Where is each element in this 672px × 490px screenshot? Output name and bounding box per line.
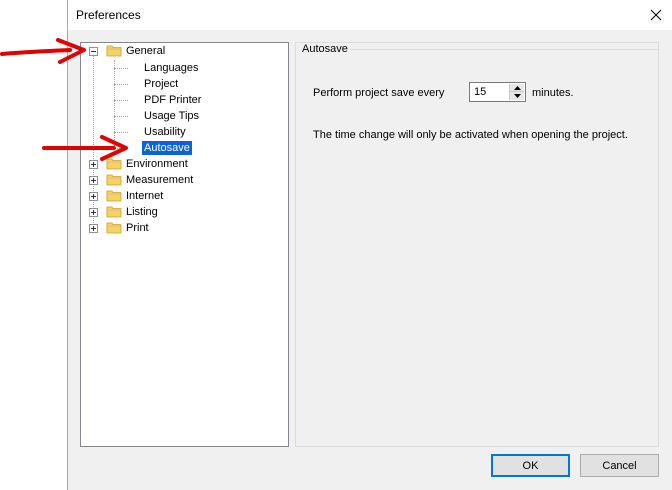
save-interval-value[interactable]: 15	[474, 86, 486, 98]
info-text: The time change will only be activated w…	[313, 129, 628, 141]
close-button[interactable]	[642, 2, 670, 28]
expand-icon[interactable]	[89, 208, 98, 217]
tree-item-label: Autosave	[141, 140, 193, 156]
tree-item-autosave[interactable]: Autosave	[141, 140, 193, 156]
spin-down-button[interactable]	[510, 92, 524, 100]
tree-item-label: Print	[126, 222, 149, 234]
save-interval-label: Perform project save every	[313, 87, 445, 99]
close-icon	[650, 9, 662, 21]
spin-up-button[interactable]	[510, 84, 524, 92]
red-arrow-annotation	[42, 135, 128, 161]
tree-item-label: Listing	[126, 206, 158, 218]
tree-item-label: Languages	[144, 62, 199, 74]
tree-item-pdf-printer[interactable]: PDF Printer	[144, 92, 201, 108]
tree-item-label: Project	[144, 78, 179, 90]
folder-icon	[106, 190, 122, 202]
tree-item-label: Measurement	[126, 174, 194, 186]
ok-button-label: OK	[522, 459, 539, 472]
title-bar: Preferences	[68, 0, 672, 30]
tree-item-print[interactable]: Print	[81, 220, 201, 236]
cancel-button-label: Cancel	[602, 459, 637, 472]
tree-item-label: Usability	[144, 126, 186, 138]
window-title: Preferences	[76, 8, 141, 22]
ok-button[interactable]: OK	[491, 454, 570, 477]
preferences-tree[interactable]: General Languages Project PDF Printer Us…	[80, 42, 289, 447]
tree-connector	[114, 84, 128, 85]
tree-item-internet[interactable]: Internet	[81, 188, 201, 204]
autosave-group	[295, 42, 659, 447]
tree-item-label: PDF Printer	[144, 94, 202, 106]
expand-icon[interactable]	[89, 224, 98, 233]
tree-item-measurement[interactable]: Measurement	[81, 172, 201, 188]
spin-up-icon	[513, 85, 521, 90]
tree-connector	[114, 100, 128, 101]
tree-item-project[interactable]: Project	[144, 76, 178, 92]
expand-icon[interactable]	[89, 192, 98, 201]
tree-connector	[114, 116, 128, 117]
tree-item-label: General	[126, 45, 166, 57]
expand-icon[interactable]	[89, 176, 98, 185]
tree-item-label: Internet	[126, 190, 164, 202]
spin-down-icon	[513, 94, 521, 98]
tree-item-usability[interactable]: Usability	[144, 124, 186, 140]
tree-item-general[interactable]: General	[81, 43, 201, 59]
tree-item-label: Usage Tips	[144, 110, 200, 122]
tree-connector	[114, 68, 128, 69]
unit-label: minutes.	[532, 87, 574, 99]
tree-item-label: Environment	[126, 158, 188, 170]
preferences-dialog: Preferences General Languages Project PD…	[67, 0, 672, 490]
spinner-buttons	[509, 84, 524, 100]
red-arrow-annotation	[0, 38, 86, 64]
folder-icon	[106, 222, 122, 234]
group-title: Autosave	[302, 43, 348, 55]
tree-item-usage-tips[interactable]: Usage Tips	[144, 108, 199, 124]
folder-icon	[106, 206, 122, 218]
tree-item-listing[interactable]: Listing	[81, 204, 201, 220]
tree-item-languages[interactable]: Languages	[144, 60, 198, 76]
folder-icon	[106, 174, 122, 186]
save-interval-spinner[interactable]: 15	[469, 82, 526, 102]
group-divider	[350, 49, 658, 50]
folder-icon	[106, 45, 122, 57]
cancel-button[interactable]: Cancel	[580, 454, 659, 477]
